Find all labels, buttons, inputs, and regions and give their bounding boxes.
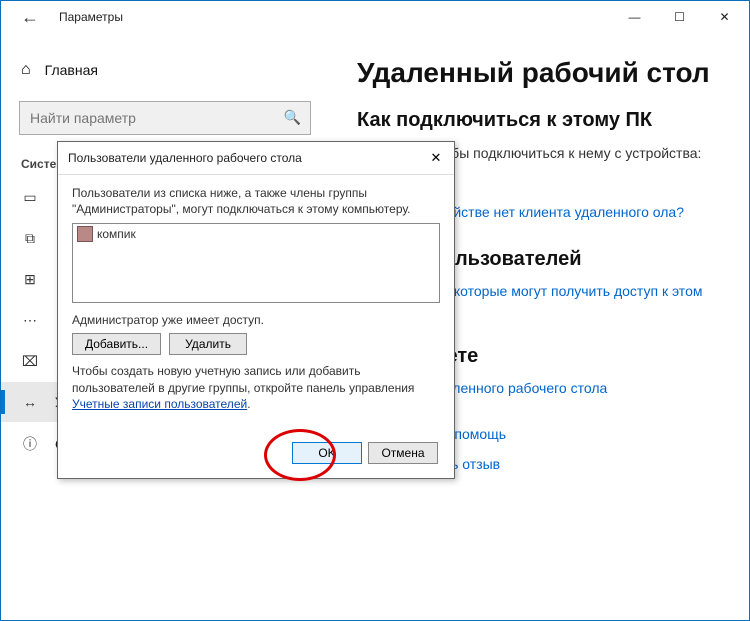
dialog-description: Пользователи из списка ниже, а также чле… xyxy=(72,185,440,217)
search-input[interactable] xyxy=(19,101,311,135)
remote-users-dialog: Пользователи удаленного рабочего стола ✕… xyxy=(57,141,455,479)
user-accounts-link[interactable]: Учетные записи пользователей xyxy=(72,397,247,411)
heading-connect: Как подключиться к этому ПК xyxy=(357,109,729,132)
dialog-footnote: Чтобы создать новую учетную запись или д… xyxy=(72,363,440,412)
remove-button[interactable]: Удалить xyxy=(169,333,247,355)
admin-note: Администратор уже имеет доступ. xyxy=(72,313,440,327)
window-title: Параметры xyxy=(59,10,123,24)
close-button[interactable]: ✕ xyxy=(702,1,747,33)
remote-desktop-icon: ↔ xyxy=(21,394,39,410)
cancel-button[interactable]: Отмена xyxy=(368,442,438,464)
ok-button[interactable]: OK xyxy=(292,442,362,464)
add-button[interactable]: Добавить... xyxy=(72,333,161,355)
user-listbox[interactable]: компик xyxy=(72,223,440,303)
dialog-title: Пользователи удаленного рабочего стола xyxy=(68,151,302,165)
home-label: Главная xyxy=(45,62,98,78)
about-icon: ⓘ xyxy=(21,434,39,454)
shared-icon: ⋯ xyxy=(21,312,39,329)
nav-home[interactable]: ⌂ Главная xyxy=(1,53,329,87)
multitask-icon: ⧉ xyxy=(21,230,39,247)
page-title: Удаленный рабочий стол xyxy=(357,57,729,89)
display-icon: ▭ xyxy=(21,189,39,206)
search-icon: 🔍 xyxy=(284,109,301,126)
projecting-icon: ⊞ xyxy=(21,271,39,288)
back-button[interactable]: ← xyxy=(13,3,47,32)
user-list-item[interactable]: компик xyxy=(75,226,437,242)
user-name: компик xyxy=(97,227,136,241)
home-icon: ⌂ xyxy=(21,61,31,79)
clipboard-icon: ⌧ xyxy=(21,353,39,370)
user-icon xyxy=(77,226,93,242)
minimize-button[interactable]: — xyxy=(612,1,657,33)
maximize-button[interactable]: ☐ xyxy=(657,1,702,33)
dialog-close-button[interactable]: ✕ xyxy=(426,148,446,168)
